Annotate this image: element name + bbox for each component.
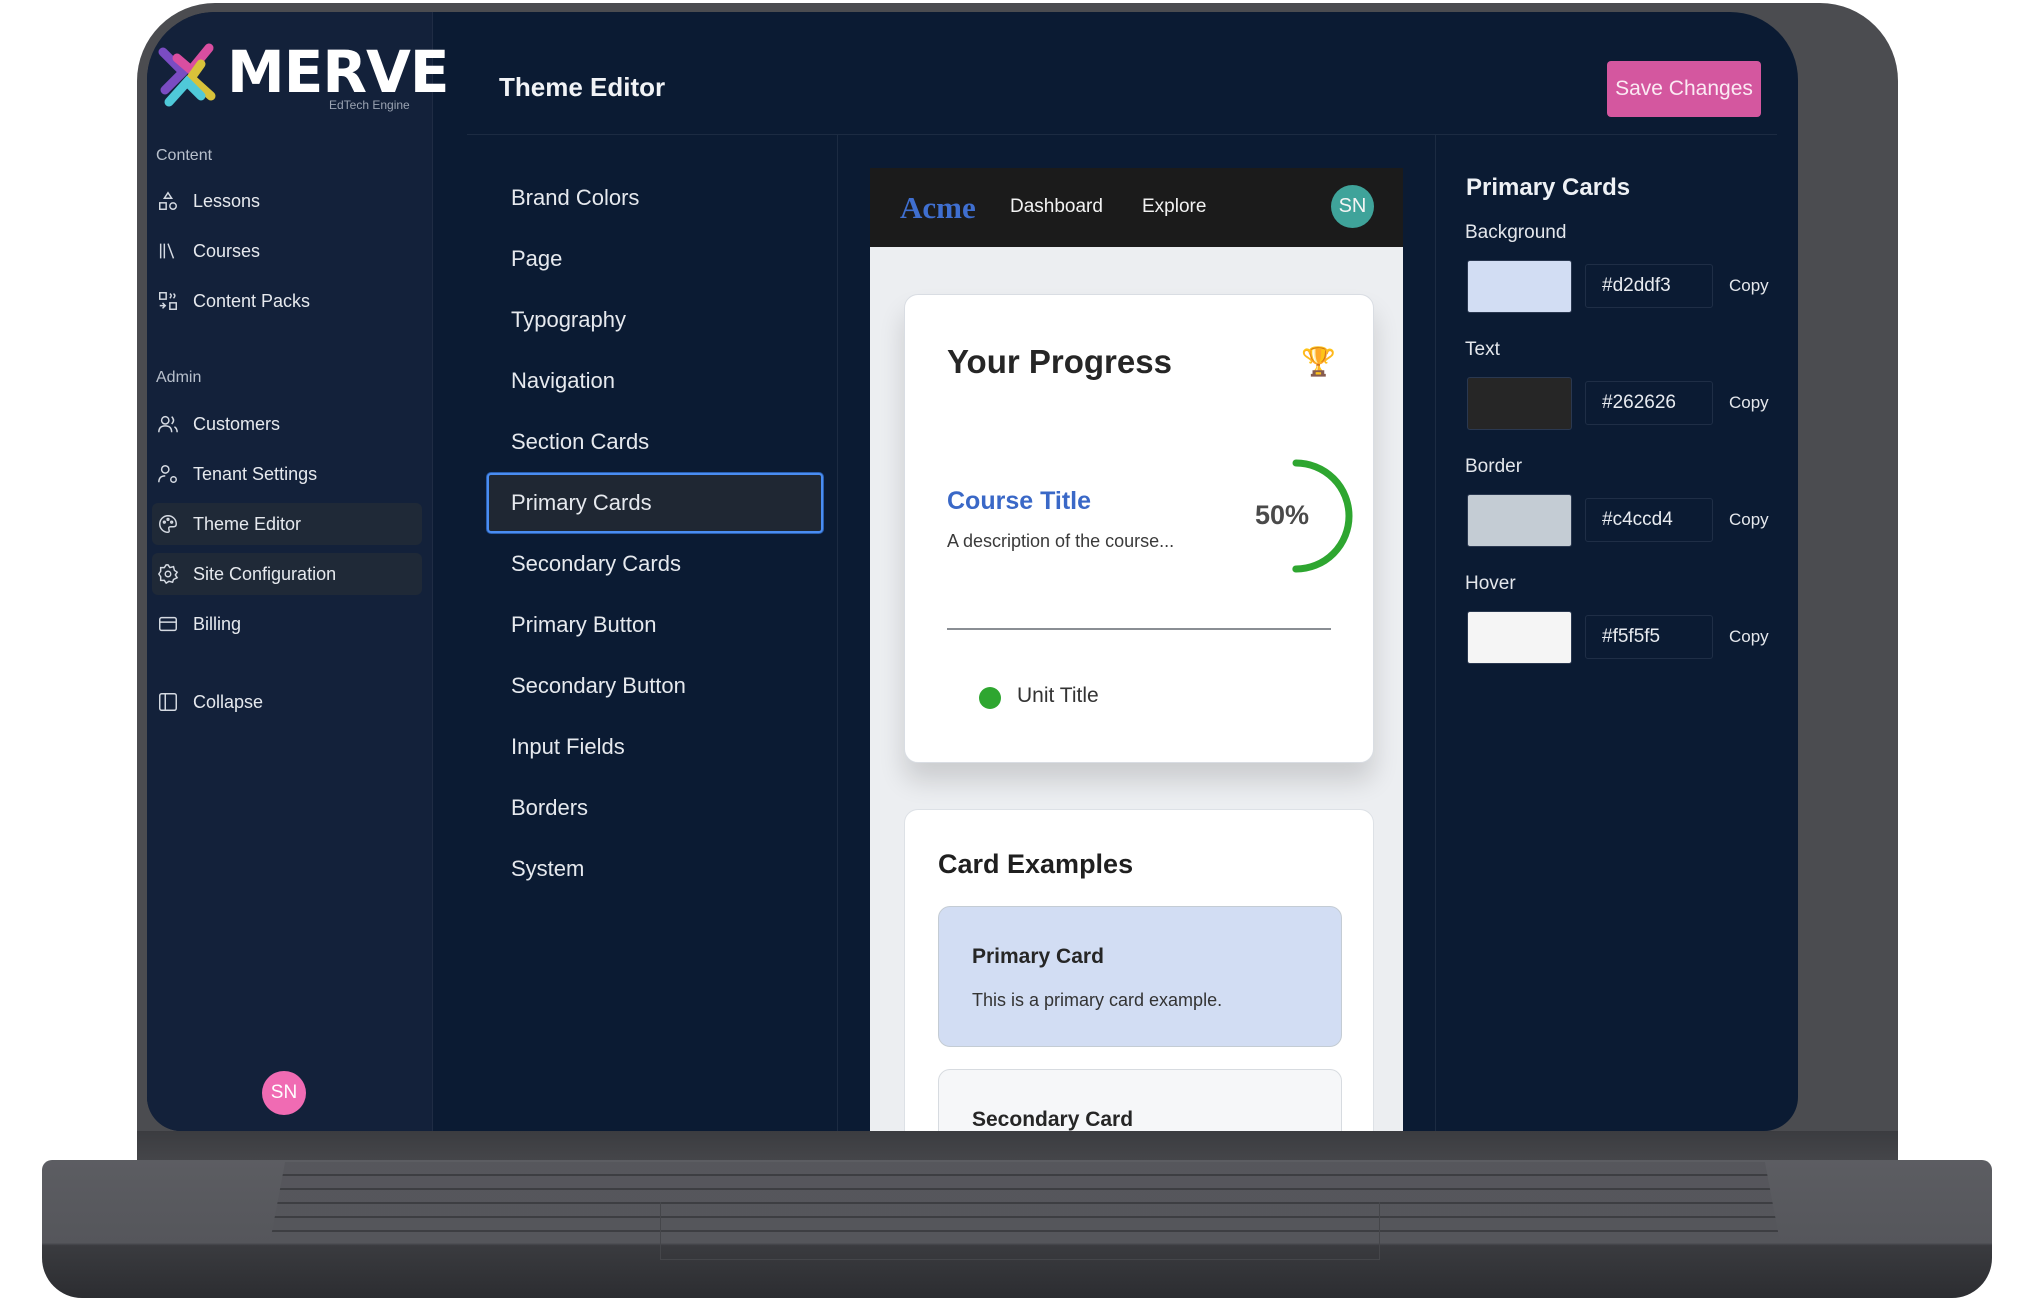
shapes-icon: [156, 189, 180, 213]
brand-tagline: EdTech Engine: [329, 98, 410, 112]
border-label: Border: [1465, 456, 1523, 477]
sidebar-item-billing[interactable]: Billing: [152, 603, 422, 645]
sidebar-section-admin: Admin: [156, 369, 202, 386]
sidebar-item-label: Billing: [193, 613, 242, 634]
sidebar-item-site-configuration[interactable]: Site Configuration: [152, 553, 422, 595]
hover-hex-input[interactable]: [1585, 615, 1713, 659]
theme-section-page[interactable]: Page: [487, 229, 823, 289]
card-examples-title: Card Examples: [938, 849, 1134, 879]
primary-card-title: Primary Card: [972, 945, 1104, 968]
background-copy-button[interactable]: Copy: [1729, 276, 1769, 296]
collapse-sidebar-button[interactable]: Collapse: [152, 681, 422, 723]
progress-card-divider: [947, 628, 1331, 630]
library-icon: [156, 239, 180, 263]
primary-card-example: Primary Card This is a primary card exam…: [938, 906, 1342, 1047]
sidebar-item-label: Content Packs: [193, 290, 311, 311]
text-copy-button[interactable]: Copy: [1729, 393, 1769, 413]
card-examples: Card Examples Primary Card This is a pri…: [904, 809, 1374, 1131]
secondary-card-title: Secondary Card: [972, 1108, 1134, 1131]
hover-label: Hover: [1465, 573, 1516, 594]
theme-section-brand-colors[interactable]: Brand Colors: [487, 168, 823, 228]
app-screen: MERVE EdTech Engine Content Lessons Cour…: [147, 12, 1798, 1131]
theme-section-primary-button[interactable]: Primary Button: [487, 595, 823, 655]
theme-section-secondary-cards[interactable]: Secondary Cards: [487, 534, 823, 594]
text-hex-input[interactable]: [1585, 381, 1713, 425]
sidebar-section-content: Content: [156, 147, 213, 164]
progress-card: Your Progress 🏆 Course Title A descripti…: [904, 294, 1374, 763]
hover-copy-button[interactable]: Copy: [1729, 627, 1769, 647]
header-divider: [467, 134, 1777, 135]
hover-color-swatch[interactable]: [1467, 611, 1572, 664]
trophy-icon: 🏆: [1301, 346, 1336, 377]
border-copy-button[interactable]: Copy: [1729, 510, 1769, 530]
theme-preview: Acme Dashboard Explore SN Your Progress …: [870, 168, 1403, 1131]
preview-nav-explore[interactable]: Explore: [1142, 196, 1206, 218]
page-title: Theme Editor: [499, 72, 666, 102]
background-hex-input[interactable]: [1585, 264, 1713, 308]
preview-brand[interactable]: Acme: [900, 190, 976, 226]
sidebar-item-content-packs[interactable]: Content Packs: [152, 280, 422, 322]
course-title-link[interactable]: Course Title: [947, 487, 1091, 516]
palette-icon: [156, 512, 180, 536]
brand-name: MERVE: [227, 38, 450, 106]
background-label: Background: [1465, 222, 1567, 243]
sidebar-collapse-icon: [156, 690, 180, 714]
theme-section-primary-cards[interactable]: Primary Cards: [487, 473, 823, 533]
theme-section-system[interactable]: System: [487, 839, 823, 899]
primary-card-body: This is a primary card example.: [972, 990, 1223, 1010]
theme-section-borders[interactable]: Borders: [487, 778, 823, 838]
sidebar-item-customers[interactable]: Customers: [152, 403, 422, 445]
theme-section-navigation[interactable]: Navigation: [487, 351, 823, 411]
laptop-trackpad: [660, 1202, 1380, 1260]
theme-section-input-fields[interactable]: Input Fields: [487, 717, 823, 777]
collapse-label: Collapse: [193, 691, 264, 712]
gear-icon: [156, 562, 180, 586]
sidebar-item-tenant-settings[interactable]: Tenant Settings: [152, 453, 422, 495]
sidebar: MERVE EdTech Engine Content Lessons Cour…: [147, 12, 450, 1131]
unit-title[interactable]: Unit Title: [1017, 684, 1099, 708]
section-list-divider: [837, 134, 838, 1131]
progress-percent-label: 50%: [1255, 500, 1310, 530]
sidebar-item-lessons[interactable]: Lessons: [152, 180, 422, 222]
users-icon: [156, 412, 180, 436]
sidebar-item-label: Lessons: [193, 190, 261, 211]
sidebar-item-label: Tenant Settings: [193, 463, 318, 484]
unit-status-dot: [979, 687, 1001, 709]
preview-navbar: Acme Dashboard Explore SN: [870, 168, 1403, 247]
course-description: A description of the course...: [947, 531, 1175, 551]
secondary-card-example: Secondary Card: [938, 1069, 1342, 1131]
progress-card-title: Your Progress: [947, 343, 1172, 380]
theme-section-section-cards[interactable]: Section Cards: [487, 412, 823, 472]
brand-logo[interactable]: MERVE EdTech Engine: [151, 32, 450, 112]
user-avatar[interactable]: SN: [262, 1071, 306, 1115]
sidebar-item-label: Customers: [193, 413, 281, 434]
save-changes-button[interactable]: Save Changes: [1607, 61, 1761, 117]
preview-nav-dashboard[interactable]: Dashboard: [1010, 196, 1103, 218]
theme-section-typography[interactable]: Typography: [487, 290, 823, 350]
settings-panel-divider: [1435, 134, 1436, 1131]
packs-icon: [156, 289, 180, 313]
border-hex-input[interactable]: [1585, 498, 1713, 542]
merve-x-icon: [158, 43, 216, 107]
credit-card-icon: [156, 612, 180, 636]
user-cog-icon: [156, 462, 180, 486]
theme-section-secondary-button[interactable]: Secondary Button: [487, 656, 823, 716]
sidebar-item-courses[interactable]: Courses: [152, 230, 422, 272]
sidebar-item-label: Courses: [193, 240, 261, 261]
border-color-swatch[interactable]: [1467, 494, 1572, 547]
preview-user-avatar[interactable]: SN: [1331, 185, 1374, 228]
sidebar-item-label: Site Configuration: [193, 563, 337, 584]
sidebar-item-label: Theme Editor: [193, 513, 302, 534]
text-label: Text: [1465, 339, 1500, 360]
settings-panel-title: Primary Cards: [1466, 174, 1631, 201]
background-color-swatch[interactable]: [1467, 260, 1572, 313]
sidebar-item-theme-editor[interactable]: Theme Editor: [152, 503, 422, 545]
text-color-swatch[interactable]: [1467, 377, 1572, 430]
